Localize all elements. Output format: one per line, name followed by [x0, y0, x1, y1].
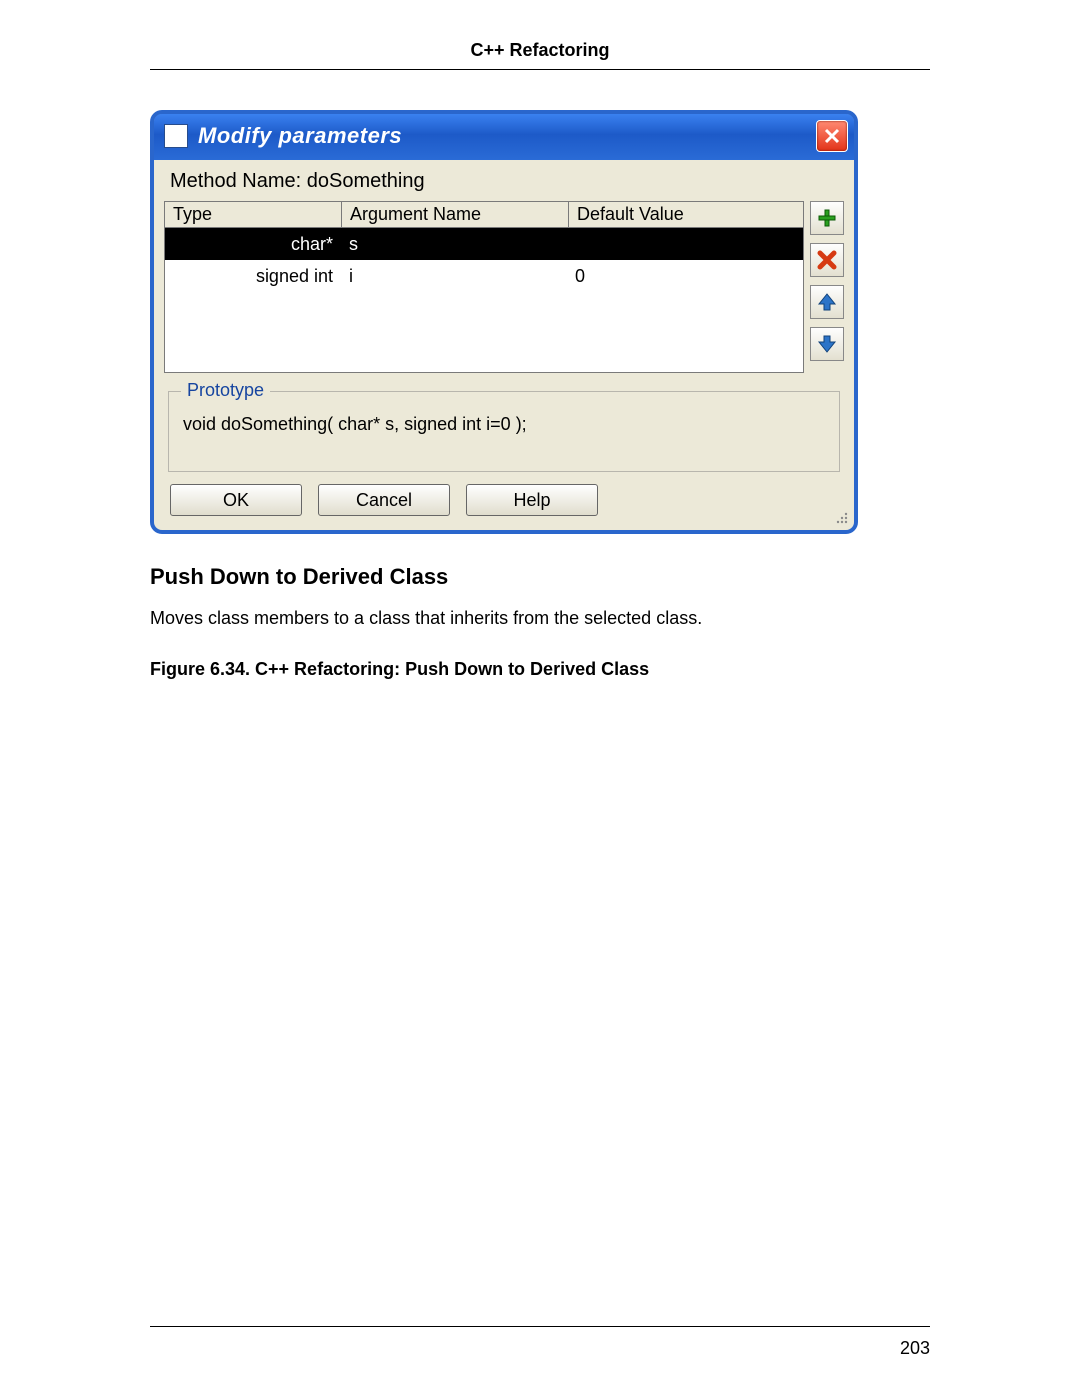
side-buttons — [810, 201, 844, 373]
dialog-title: Modify parameters — [198, 123, 816, 149]
prototype-legend: Prototype — [181, 380, 270, 401]
arrow-down-icon — [817, 334, 837, 354]
cancel-button[interactable]: Cancel — [318, 484, 450, 516]
page-header-title: C++ Refactoring — [150, 40, 930, 61]
column-header-type[interactable]: Type — [165, 202, 342, 228]
section-heading: Push Down to Derived Class — [150, 564, 930, 590]
cell-type: signed int — [165, 264, 341, 289]
cell-default-value — [567, 242, 803, 246]
app-icon — [164, 124, 188, 148]
figure-caption: Figure 6.34. C++ Refactoring: Push Down … — [150, 659, 930, 680]
prototype-group: Prototype void doSomething( char* s, sig… — [168, 391, 840, 472]
cell-default-value: 0 — [567, 264, 803, 289]
help-button[interactable]: Help — [466, 484, 598, 516]
dialog-body: Method Name: doSomething Type Argument N… — [154, 160, 854, 530]
table-row[interactable]: char* s — [165, 228, 803, 260]
dialog-buttons-row: OK Cancel Help — [170, 484, 844, 516]
close-button[interactable] — [816, 120, 848, 152]
move-down-button[interactable] — [810, 327, 844, 361]
add-parameter-button[interactable] — [810, 201, 844, 235]
x-icon — [817, 250, 837, 270]
section-body: Moves class members to a class that inhe… — [150, 608, 930, 629]
table-header: Type Argument Name Default Value — [165, 202, 803, 228]
footer-divider — [150, 1326, 930, 1327]
resize-grip[interactable] — [832, 508, 848, 524]
move-up-button[interactable] — [810, 285, 844, 319]
page-number: 203 — [900, 1338, 930, 1359]
ok-button[interactable]: OK — [170, 484, 302, 516]
resize-grip-icon — [832, 508, 848, 524]
parameters-table[interactable]: Type Argument Name Default Value char* s… — [164, 201, 804, 373]
plus-icon — [817, 208, 837, 228]
prototype-text: void doSomething( char* s, signed int i=… — [183, 414, 825, 435]
title-bar[interactable]: Modify parameters — [154, 114, 854, 160]
remove-parameter-button[interactable] — [810, 243, 844, 277]
cell-argument-name: s — [341, 232, 567, 257]
cell-argument-name: i — [341, 264, 567, 289]
arrow-up-icon — [817, 292, 837, 312]
table-row[interactable]: signed int i 0 — [165, 260, 803, 292]
method-name-label: Method Name: doSomething — [170, 170, 844, 193]
modify-parameters-dialog: Modify parameters Method Name: doSomethi… — [150, 110, 858, 534]
header-divider — [150, 69, 930, 70]
column-header-default-value[interactable]: Default Value — [569, 202, 803, 228]
close-icon — [824, 128, 840, 144]
cell-type: char* — [165, 232, 341, 257]
column-header-argument-name[interactable]: Argument Name — [342, 202, 569, 228]
